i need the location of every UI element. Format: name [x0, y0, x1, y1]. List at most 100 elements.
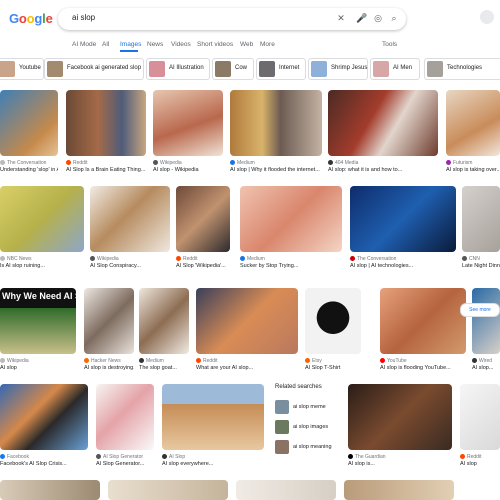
related-search-item[interactable]: ai slop meaning: [275, 440, 345, 454]
image-result[interactable]: Reddit AI slop: [460, 384, 500, 470]
chip-ai-men[interactable]: AI Men: [370, 58, 420, 80]
result-image[interactable]: [460, 384, 500, 450]
chip-cow[interactable]: Cow: [212, 58, 254, 80]
tab-videos[interactable]: Videos: [171, 41, 191, 48]
image-result[interactable]: [344, 480, 454, 500]
image-result[interactable]: NBC News Is AI slop ruining...: [0, 186, 84, 272]
result-caption[interactable]: AI slop is destroying...: [84, 365, 134, 371]
tab-more[interactable]: More: [260, 41, 275, 48]
result-caption[interactable]: AI slop | AI technologies...: [350, 263, 456, 269]
tab-all[interactable]: All: [102, 41, 109, 48]
image-result[interactable]: Hacker News AI slop is destroying...: [84, 288, 134, 374]
tab-ai-mode[interactable]: AI Mode: [72, 41, 96, 48]
chip-internet[interactable]: Internet: [256, 58, 306, 80]
account-avatar[interactable]: [480, 10, 494, 24]
image-result[interactable]: Reddit What are your AI slop...: [196, 288, 298, 374]
result-image[interactable]: [348, 384, 452, 450]
search-icon[interactable]: ⌕: [388, 12, 400, 24]
image-result[interactable]: AI Slop AI slop everywhere...: [162, 384, 264, 470]
result-caption[interactable]: Facebook's AI Slop Crisis...: [0, 461, 88, 467]
result-image[interactable]: [84, 288, 134, 354]
image-result[interactable]: [0, 480, 100, 500]
related-search-item[interactable]: ai slop images: [275, 420, 345, 434]
result-image[interactable]: [139, 288, 189, 354]
result-image[interactable]: [0, 480, 100, 500]
result-image[interactable]: [108, 480, 228, 500]
result-image[interactable]: [96, 384, 154, 450]
image-result[interactable]: Medium Sucker by Stop Trying...: [240, 186, 342, 272]
result-image[interactable]: [446, 90, 500, 156]
image-result[interactable]: The Conversation AI slop | AI technologi…: [350, 186, 456, 272]
result-caption[interactable]: AI slop is flooding YouTube...: [380, 365, 466, 371]
result-image[interactable]: [462, 186, 500, 252]
result-caption[interactable]: AI slop - Wikipedia: [153, 167, 223, 173]
result-image[interactable]: [176, 186, 230, 252]
search-input[interactable]: ai slop: [72, 13, 95, 22]
result-image[interactable]: [66, 90, 146, 156]
chip-facebook-ai-generated-slop[interactable]: Facebook ai generated slop: [44, 58, 144, 80]
result-caption[interactable]: AI slop everywhere...: [162, 461, 264, 467]
result-caption[interactable]: AI Slop 'Wikipedia'...: [176, 263, 230, 269]
result-caption[interactable]: AI Slop Conspiracy...: [90, 263, 170, 269]
image-result[interactable]: The Guardian AI slop is...: [348, 384, 452, 470]
image-result[interactable]: [236, 480, 336, 500]
tab-short-videos[interactable]: Short videos: [197, 41, 233, 48]
image-result[interactable]: 404 Media AI slop: what it is and how to…: [328, 90, 438, 176]
image-result[interactable]: AI Slop Generator AI Slop Generator...: [96, 384, 154, 470]
image-result[interactable]: YouTube AI slop is flooding YouTube...: [380, 288, 466, 374]
image-result[interactable]: [108, 480, 228, 500]
result-image[interactable]: [162, 384, 264, 450]
result-image[interactable]: [90, 186, 170, 252]
image-result[interactable]: CNN Late Night Dinner with AI slop...: [462, 186, 500, 272]
image-result[interactable]: Facebook Facebook's AI Slop Crisis...: [0, 384, 88, 470]
result-image[interactable]: [240, 186, 342, 252]
result-caption[interactable]: AI Slop Is a Brain Eating Thing...: [66, 167, 146, 173]
result-image[interactable]: [344, 480, 454, 500]
result-image[interactable]: [305, 288, 361, 354]
result-image[interactable]: [0, 90, 58, 156]
chip-youtube[interactable]: Youtube: [0, 58, 44, 80]
result-caption[interactable]: AI slop...: [472, 365, 500, 371]
related-search-item[interactable]: ai slop meme: [275, 400, 345, 414]
result-caption[interactable]: Understanding 'slop' in AI a...: [0, 167, 58, 173]
chip-technologies[interactable]: Technologies: [424, 58, 500, 80]
tab-web[interactable]: Web: [240, 41, 253, 48]
result-image[interactable]: [380, 288, 466, 354]
chip-ai-illustration[interactable]: AI Illustration: [146, 58, 210, 80]
result-caption[interactable]: Late Night Dinner with AI slop...: [462, 263, 500, 269]
result-image[interactable]: [0, 384, 88, 450]
result-image[interactable]: [472, 288, 500, 354]
google-logo[interactable]: Google: [9, 11, 53, 26]
tab-images[interactable]: Images: [120, 41, 141, 48]
result-image[interactable]: [350, 186, 456, 252]
result-caption[interactable]: AI slop is taking over...: [446, 167, 500, 173]
result-caption[interactable]: AI slop | Why it flooded the internet...: [230, 167, 322, 173]
result-caption[interactable]: Is AI slop ruining...: [0, 263, 84, 269]
camera-icon[interactable]: ◎: [372, 12, 384, 24]
tab-news[interactable]: News: [147, 41, 163, 48]
result-image[interactable]: [236, 480, 336, 500]
image-result[interactable]: Etsy AI Slop T-Shirt: [305, 288, 361, 374]
chip-shrimp-jesus[interactable]: Shrimp Jesus: [308, 58, 368, 80]
image-result[interactable]: Wikipedia AI Slop Conspiracy...: [90, 186, 170, 272]
image-result[interactable]: Reddit AI Slop 'Wikipedia'...: [176, 186, 230, 272]
image-result[interactable]: The Conversation Understanding 'slop' in…: [0, 90, 58, 176]
result-image[interactable]: [153, 90, 223, 156]
result-caption[interactable]: AI slop is...: [348, 461, 452, 467]
result-caption[interactable]: What are your AI slop...: [196, 365, 298, 371]
image-result[interactable]: Wired AI slop...: [472, 288, 500, 374]
search-box[interactable]: ai slop ✕ 🎤 ◎ ⌕: [58, 8, 406, 30]
result-caption[interactable]: Sucker by Stop Trying...: [240, 263, 342, 269]
result-caption[interactable]: AI slop: [0, 365, 76, 371]
image-result[interactable]: Why We Need AI Slop... Wikipedia AI slop: [0, 288, 76, 374]
tools-button[interactable]: Tools: [382, 41, 397, 48]
image-result[interactable]: Medium AI slop | Why it flooded the inte…: [230, 90, 322, 176]
result-caption[interactable]: AI Slop T-Shirt: [305, 365, 361, 371]
see-more-button[interactable]: See more: [460, 303, 500, 317]
image-result[interactable]: Reddit AI Slop Is a Brain Eating Thing..…: [66, 90, 146, 176]
result-caption[interactable]: AI slop: what it is and how to...: [328, 167, 438, 173]
microphone-icon[interactable]: 🎤: [356, 12, 368, 24]
image-result[interactable]: Futurism AI slop is taking over...: [446, 90, 500, 176]
result-image[interactable]: [0, 186, 84, 252]
result-image[interactable]: Why We Need AI Slop...: [0, 288, 76, 354]
